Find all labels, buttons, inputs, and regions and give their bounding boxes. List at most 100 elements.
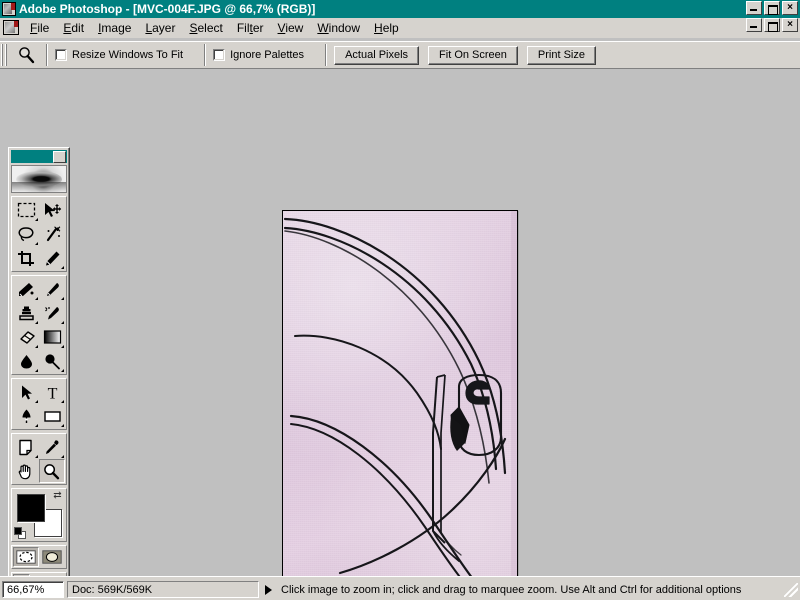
menu-help[interactable]: Help — [367, 19, 406, 37]
document-minimize-button[interactable] — [746, 18, 762, 32]
menu-file[interactable]: File — [23, 19, 56, 37]
healing-brush-tool[interactable] — [13, 277, 39, 301]
menu-image[interactable]: Image — [91, 19, 138, 37]
shape-tool[interactable] — [39, 404, 65, 428]
ignore-palettes-label: Ignore Palettes — [230, 49, 305, 61]
status-hint-text: Click image to zoom in; click and drag t… — [281, 583, 742, 596]
photoshop-application-window: Adobe Photoshop - [MVC-004F.JPG @ 66,7% … — [0, 0, 800, 600]
flyout-triangle-icon — [61, 321, 64, 324]
image-canvas[interactable] — [282, 210, 518, 576]
type-tool[interactable]: T — [39, 380, 65, 404]
close-icon: × — [787, 19, 793, 30]
flyout-triangle-icon — [35, 455, 38, 458]
resize-grip-icon[interactable] — [784, 582, 798, 597]
marquee-tool[interactable] — [13, 198, 39, 222]
document-window-controls[interactable]: × — [746, 18, 798, 32]
flyout-triangle-icon — [35, 400, 38, 403]
flyout-triangle-icon — [35, 369, 38, 372]
fit-on-screen-button[interactable]: Fit On Screen — [428, 45, 518, 65]
menu-window[interactable]: Window — [310, 19, 367, 37]
pen-tool[interactable] — [13, 404, 39, 428]
pencil-sketch-drawing — [283, 211, 517, 576]
resize-windows-checkbox[interactable] — [55, 49, 67, 61]
magic-wand-tool[interactable] — [39, 222, 65, 246]
zoom-level-field[interactable]: 66,67% — [2, 581, 64, 598]
flyout-triangle-icon — [35, 297, 38, 300]
hand-tool[interactable] — [13, 459, 39, 483]
photoshop-eye-banner — [11, 165, 67, 193]
blur-tool[interactable] — [13, 349, 39, 373]
swap-colors-icon[interactable]: ⇄ — [52, 490, 63, 501]
flyout-triangle-icon — [61, 455, 64, 458]
options-bar-grip[interactable] — [1, 43, 10, 67]
app-close-button[interactable]: × — [782, 1, 798, 15]
ignore-palettes-option[interactable]: Ignore Palettes — [213, 49, 304, 61]
quick-mask-modes — [11, 545, 67, 569]
menu-edit[interactable]: Edit — [56, 19, 91, 37]
lasso-tool[interactable] — [13, 222, 39, 246]
document-restore-button[interactable] — [764, 18, 780, 32]
resize-windows-label: Resize Windows To Fit — [72, 49, 184, 61]
flyout-triangle-icon — [61, 400, 64, 403]
flyout-triangle-icon — [61, 345, 64, 348]
resize-windows-to-fit-option[interactable]: Resize Windows To Fit — [55, 49, 183, 61]
default-colors-icon[interactable] — [14, 527, 26, 539]
app-titlebar[interactable]: Adobe Photoshop - [MVC-004F.JPG @ 66,7% … — [0, 0, 800, 18]
menu-select[interactable]: Select — [182, 19, 229, 37]
options-separator-3 — [325, 44, 328, 66]
foreground-color-swatch[interactable] — [17, 494, 45, 522]
actual-pixels-button[interactable]: Actual Pixels — [334, 45, 420, 65]
toolbox-titlebar[interactable] — [11, 150, 67, 163]
dodge-tool[interactable] — [39, 349, 65, 373]
app-minimize-button[interactable] — [746, 1, 762, 15]
flyout-triangle-icon — [35, 218, 38, 221]
menu-layer[interactable]: Layer — [138, 19, 182, 37]
path-selection-tool[interactable] — [13, 380, 39, 404]
app-maximize-button[interactable] — [764, 1, 780, 15]
print-size-button[interactable]: Print Size — [526, 45, 596, 65]
standard-mode-button[interactable] — [13, 547, 40, 567]
right-triangle-icon[interactable] — [261, 581, 275, 598]
toolbox-group-vector: T — [11, 378, 67, 430]
tool-options-bar: Resize Windows To Fit Ignore Palettes Ac… — [0, 41, 800, 69]
history-brush-tool[interactable] — [39, 301, 65, 325]
document-size-field[interactable]: Doc: 569K/569K — [67, 581, 259, 598]
crop-tool[interactable] — [13, 246, 39, 270]
eraser-tool[interactable] — [13, 325, 39, 349]
flyout-triangle-icon — [35, 242, 38, 245]
eyedropper-tool[interactable] — [39, 435, 65, 459]
move-tool[interactable] — [39, 198, 65, 222]
document-close-button[interactable]: × — [782, 18, 798, 32]
menu-filter[interactable]: Filter — [230, 19, 271, 37]
clone-stamp-tool[interactable] — [13, 301, 39, 325]
flyout-triangle-icon — [35, 321, 38, 324]
close-icon: × — [787, 2, 793, 13]
ignore-palettes-checkbox[interactable] — [213, 49, 226, 61]
app-window-controls[interactable]: × — [746, 1, 798, 15]
gradient-tool[interactable] — [39, 325, 65, 349]
menubar: File Edit Image Layer Select Filter View… — [0, 18, 800, 38]
quick-mask-mode-button[interactable] — [39, 547, 65, 567]
options-separator-1 — [46, 44, 48, 66]
toolbox-group-selection — [11, 196, 67, 272]
statusbar: 66,67% Doc: 569K/569K Click image to zoo… — [0, 576, 800, 600]
flyout-triangle-icon — [61, 424, 64, 427]
paintbrush-tool[interactable] — [39, 277, 65, 301]
menu-view[interactable]: View — [271, 19, 311, 37]
flyout-triangle-icon — [61, 369, 64, 372]
zoom-magnifier-icon[interactable] — [13, 43, 39, 67]
slice-tool[interactable] — [39, 246, 65, 270]
zoom-tool[interactable] — [38, 459, 65, 483]
flyout-triangle-icon — [35, 345, 38, 348]
color-swatches[interactable]: ⇄ — [11, 488, 67, 542]
toolbox-palette[interactable]: T ⇄ — [8, 147, 70, 576]
notes-tool[interactable] — [13, 435, 39, 459]
options-separator-2 — [204, 44, 207, 66]
document-icon[interactable] — [3, 20, 19, 35]
document-workspace[interactable]: T ⇄ — [0, 69, 800, 576]
flyout-triangle-icon — [35, 424, 38, 427]
svg-text:T: T — [47, 385, 57, 401]
app-title: Adobe Photoshop - [MVC-004F.JPG @ 66,7% … — [19, 2, 316, 16]
toolbox-group-navigation — [11, 433, 67, 485]
toolbox-group-painting — [11, 275, 67, 375]
